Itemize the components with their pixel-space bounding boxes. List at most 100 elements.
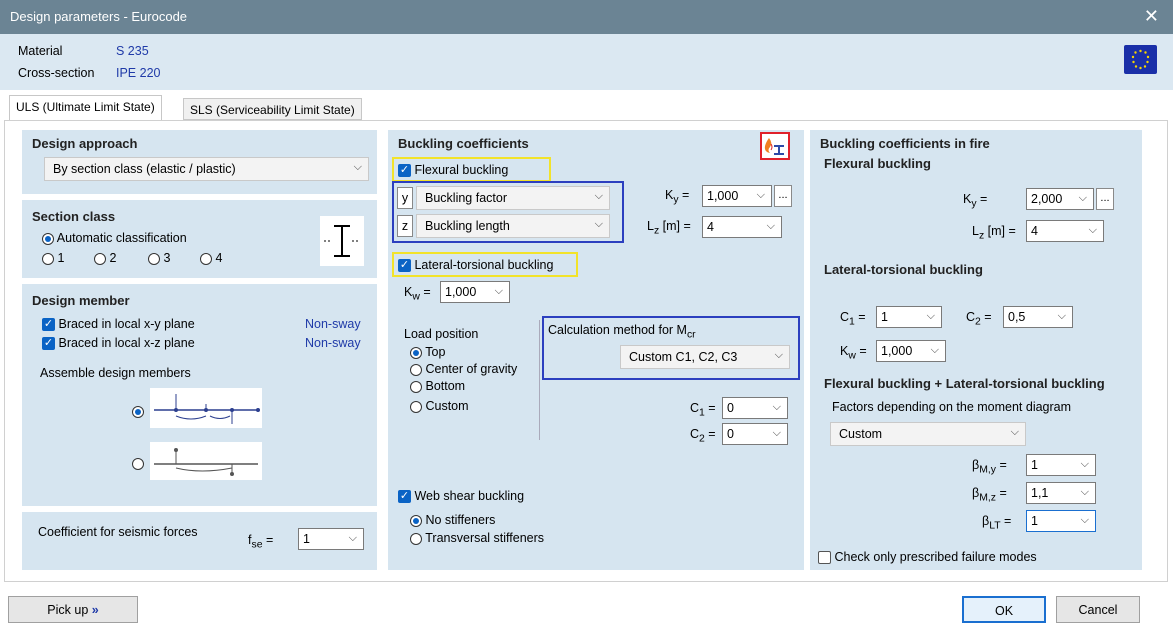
chevron-down-icon: ⌵ xyxy=(594,190,603,202)
beta-mz-label: βM,z = xyxy=(972,486,1007,504)
title-bar: Design parameters - Eurocode ✕ xyxy=(0,0,1173,34)
fire-lz-label: Lz [m] = xyxy=(972,224,1016,242)
beta-my-eq: = xyxy=(995,458,1007,472)
factors-dropdown[interactable]: Custom ⌵ xyxy=(830,422,1026,446)
radio-lp-custom[interactable]: Custom xyxy=(410,399,469,413)
lp-top-label: Top xyxy=(425,345,446,359)
radio-icon xyxy=(42,232,54,245)
ky-value: 1,000 xyxy=(707,189,739,203)
z-buckling-dropdown[interactable]: Buckling length ⌵ xyxy=(416,214,610,238)
buckling-title: Buckling coefficients xyxy=(398,136,529,151)
lz-dropdown[interactable]: 4 ⌵ xyxy=(702,216,782,238)
c1-value: 0 xyxy=(727,401,734,415)
y-buckling-dropdown[interactable]: Buckling factor ⌵ xyxy=(416,186,610,210)
web-shear-checkbox[interactable]: ✓ Web shear buckling xyxy=(398,489,525,504)
eu-flag-icon xyxy=(1124,45,1157,74)
c2-label: C2 = xyxy=(690,427,716,445)
y-buckling-value: Buckling factor xyxy=(425,191,507,205)
fire-c1-dropdown[interactable]: 1 ⌵ xyxy=(876,306,942,328)
radio-icon xyxy=(132,457,144,470)
radio-assemble-1[interactable] xyxy=(132,404,144,418)
chevron-down-icon: ⌵ xyxy=(930,344,939,356)
radio-no-stiffeners[interactable]: No stiffeners xyxy=(410,513,495,527)
fire-ky-dropdown[interactable]: 2,000 ⌵ xyxy=(1026,188,1094,210)
lp-custom-label: Custom xyxy=(425,399,469,413)
radio-class-2[interactable]: 2 xyxy=(94,251,116,265)
radio-lp-bottom[interactable]: Bottom xyxy=(410,379,465,393)
tab-sls[interactable]: SLS (Serviceability Limit State) xyxy=(183,98,362,120)
kw-value: 1,000 xyxy=(445,285,477,299)
checkbox-icon: ✓ xyxy=(398,164,411,178)
beta-mz-eq: = xyxy=(995,486,1007,500)
fire-ky-more-button[interactable]: ... xyxy=(1096,188,1114,210)
beta-my-dropdown[interactable]: 1 ⌵ xyxy=(1026,454,1096,476)
class-3-label: 3 xyxy=(163,251,171,265)
braced-xy-label: Braced in local x-y plane xyxy=(58,317,195,331)
braced-xy-checkbox[interactable]: ✓ Braced in local x-y plane xyxy=(42,317,195,332)
chevron-down-icon: ⌵ xyxy=(1088,224,1097,236)
beta-mz-dropdown[interactable]: 1,1 ⌵ xyxy=(1026,482,1096,504)
calc-method-prefix: Calculation method for M xyxy=(548,323,687,337)
divider xyxy=(539,320,540,440)
radio-class-4[interactable]: 4 xyxy=(200,251,222,265)
window-title: Design parameters - Eurocode xyxy=(10,9,188,24)
fire-lz-dropdown[interactable]: 4 ⌵ xyxy=(1026,220,1104,242)
tab-uls[interactable]: ULS (Ultimate Limit State) xyxy=(9,95,162,121)
fire-c2-var: C xyxy=(966,310,976,324)
prescribed-checkbox[interactable]: Check only prescribed failure modes xyxy=(818,550,1037,565)
checkbox-icon xyxy=(818,551,831,565)
c1-dropdown[interactable]: 0 ⌵ xyxy=(722,397,788,419)
ky-label: Ky = xyxy=(665,188,689,206)
ky-more-button[interactable]: ... xyxy=(774,185,792,207)
fse-eq: = xyxy=(262,533,274,547)
fire-c2-label: C2 = xyxy=(966,310,992,328)
radio-automatic[interactable]: Automatic classification xyxy=(42,231,187,245)
design-approach-panel: Design approach By section class (elasti… xyxy=(22,130,377,194)
braced-xz-checkbox[interactable]: ✓ Braced in local x-z plane xyxy=(42,336,195,351)
radio-class-1[interactable]: 1 xyxy=(42,251,64,265)
radio-lp-top[interactable]: Top xyxy=(410,345,445,359)
braced-xy-status: Non-sway xyxy=(305,317,361,331)
fire-c1-label: C1 = xyxy=(840,310,866,328)
design-approach-dropdown[interactable]: By section class (elastic / plastic) ⌵ xyxy=(44,157,369,181)
c1-var: C xyxy=(690,401,700,415)
flexural-checkbox[interactable]: ✓ Flexural buckling xyxy=(398,163,508,178)
radio-assemble-2[interactable] xyxy=(132,456,144,470)
beta-lt-eq: = xyxy=(1000,514,1012,528)
radio-icon xyxy=(410,380,422,393)
fire-ky-label: Ky = xyxy=(963,192,987,210)
ok-button[interactable]: OK xyxy=(962,596,1046,623)
chevron-down-icon: ⌵ xyxy=(926,310,935,322)
radio-lp-cog[interactable]: Center of gravity xyxy=(410,362,517,376)
fire-panel: Buckling coefficients in fire Flexural b… xyxy=(810,130,1142,570)
c2-dropdown[interactable]: 0 ⌵ xyxy=(722,423,788,445)
chevron-down-icon: ⌵ xyxy=(1080,486,1089,498)
design-approach-value: By section class (elastic / plastic) xyxy=(53,162,236,176)
web-shear-label: Web shear buckling xyxy=(414,489,525,503)
pickup-button[interactable]: Pick up » xyxy=(8,596,138,623)
fire-c1-var: C xyxy=(840,310,850,324)
fse-dropdown[interactable]: 1 ⌵ xyxy=(298,528,364,550)
fire-lz-value: 4 xyxy=(1031,224,1038,238)
radio-class-3[interactable]: 3 xyxy=(148,251,170,265)
fire-kw-dropdown[interactable]: 1,000 ⌵ xyxy=(876,340,946,362)
ltb-checkbox[interactable]: ✓ Lateral-torsional buckling xyxy=(398,258,553,273)
cancel-button[interactable]: Cancel xyxy=(1056,596,1140,623)
radio-transversal[interactable]: Transversal stiffeners xyxy=(410,531,544,545)
calc-method-label: Calculation method for Mcr xyxy=(548,323,696,341)
ky-dropdown[interactable]: 1,000 ⌵ xyxy=(702,185,772,207)
kw-dropdown[interactable]: 1,000 ⌵ xyxy=(440,281,510,303)
fire-toggle-button[interactable] xyxy=(760,132,790,160)
beta-lt-dropdown[interactable]: 1 ⌵ xyxy=(1026,510,1096,532)
fire-c2-dropdown[interactable]: 0,5 ⌵ xyxy=(1003,306,1073,328)
chevron-down-icon: ⌵ xyxy=(594,218,603,230)
fse-sub: se xyxy=(251,539,263,551)
kw-sub: w xyxy=(412,291,420,303)
class-1-label: 1 xyxy=(57,251,65,265)
cross-section-value: IPE 220 xyxy=(116,66,161,80)
calc-method-dropdown[interactable]: Custom C1, C2, C3 ⌵ xyxy=(620,345,790,369)
close-icon[interactable]: ✕ xyxy=(1144,6,1159,27)
material-value: S 235 xyxy=(116,44,149,58)
y-axis-label: y xyxy=(397,187,413,209)
beta-my-label: βM,y = xyxy=(972,458,1007,476)
